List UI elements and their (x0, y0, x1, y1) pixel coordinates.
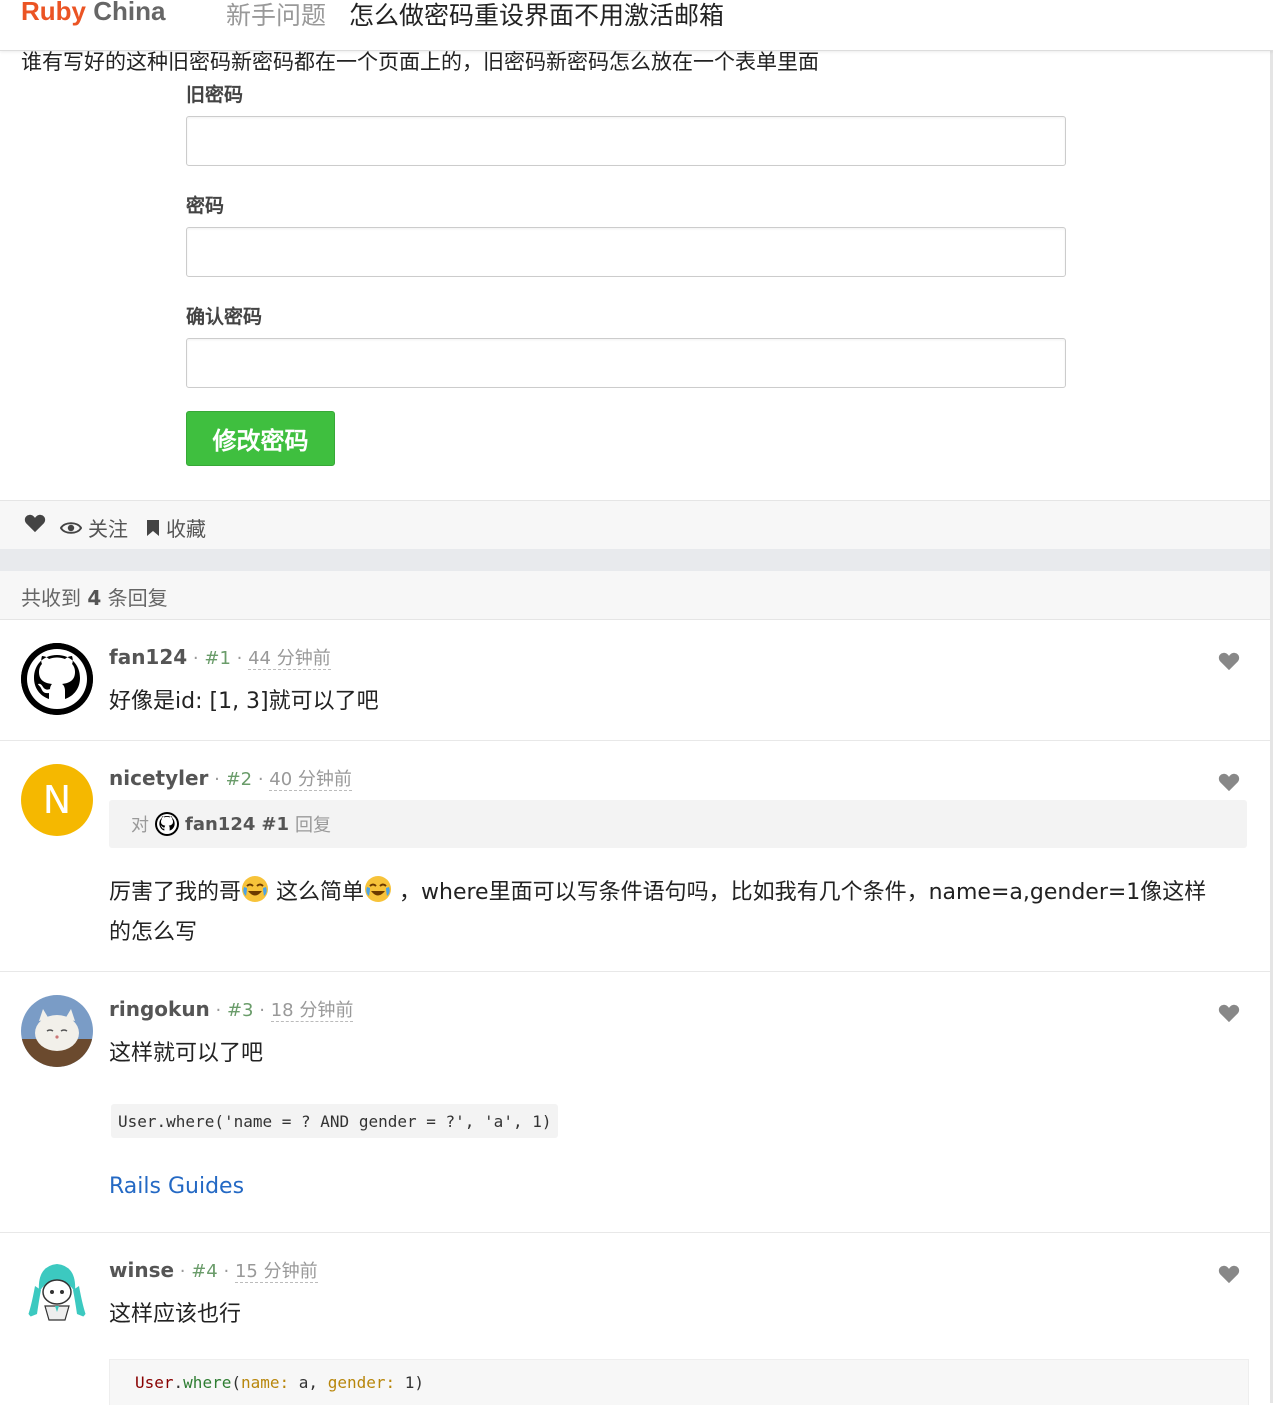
avatar[interactable] (21, 643, 93, 715)
reply-item: fan124 · #1 · 44 分钟前 好像是id: [1, 3]就可以了吧 (0, 620, 1270, 741)
replies-prefix: 共收到 (21, 586, 81, 610)
reply-username[interactable]: ringokun (109, 997, 210, 1021)
confirm-password-label: 确认密码 (186, 306, 263, 328)
reply-body: 这样就可以了吧 (109, 1041, 264, 1066)
github-icon (155, 812, 179, 836)
reply-body: 好像是id: [1, 3]就可以了吧 (109, 689, 379, 714)
code-token: where (183, 1373, 232, 1392)
code-token: User (135, 1373, 174, 1392)
quote-suffix: 回复 (294, 815, 331, 836)
brand-ruby: Ruby (21, 0, 86, 26)
heart-icon (1218, 1004, 1240, 1023)
reply-quote[interactable]: 对 fan124 #1 回复 (109, 800, 1247, 848)
code-token: 1 (395, 1373, 415, 1392)
reply-floor[interactable]: #2 (226, 769, 253, 790)
github-icon (21, 643, 93, 715)
replies-suffix: 条回复 (107, 586, 168, 610)
reply-floor[interactable]: #3 (227, 1000, 254, 1021)
reply-floor[interactable]: #4 (191, 1261, 218, 1282)
password-label: 密码 (186, 195, 225, 217)
change-password-button[interactable]: 修改密码 (186, 411, 335, 466)
anime-avatar-icon (21, 1256, 93, 1328)
topic-action-bar: 关注 收藏 (0, 500, 1270, 550)
follow-label: 关注 (88, 517, 128, 541)
favorite-button[interactable]: 收藏 (146, 513, 206, 542)
code-line: User.where(name: a, gender: 1) (135, 1373, 424, 1392)
reply-item: ringokun · #3 · 18 分钟前 这样就可以了吧 User.wher… (0, 972, 1270, 1233)
topic-title: 怎么做密码重设界面不用激活邮箱 (349, 1, 725, 30)
quote-prefix: 对 (131, 815, 149, 836)
heart-icon (1218, 773, 1240, 792)
code-token: name: (240, 1373, 290, 1392)
reply-meta: ringokun · #3 · 18 分钟前 (109, 997, 354, 1022)
old-password-label: 旧密码 (186, 84, 244, 106)
reply-time: 18 分钟前 (270, 1000, 354, 1022)
reply-meta: fan124 · #1 · 44 分钟前 (109, 645, 331, 670)
code-token: a, (289, 1373, 328, 1392)
password-input[interactable] (186, 227, 1066, 277)
reply-username[interactable]: nicetyler (109, 766, 208, 790)
reply-time: 44 分钟前 (248, 648, 331, 670)
rails-guides-link[interactable]: Rails Guides (109, 1174, 244, 1199)
favorite-label: 收藏 (166, 517, 206, 541)
inline-code: User.where('name = ? AND gender = ?', 'a… (111, 1104, 559, 1138)
eye-icon (60, 521, 82, 534)
code-token: ( (231, 1373, 241, 1392)
joy-emoji-icon (365, 876, 392, 902)
bookmark-icon (147, 519, 159, 536)
avatar[interactable]: N (21, 764, 93, 836)
reply-body: 这样应该也行 (109, 1302, 242, 1327)
reply-text-part: 厉害了我的哥 (109, 880, 242, 905)
reply-item: N nicetyler · #2 · 40 分钟前 对 fan124 #1 回复… (0, 741, 1270, 972)
heart-icon (24, 514, 46, 533)
reply-username[interactable]: fan124 (109, 645, 187, 669)
section-gap (0, 549, 1273, 571)
reply-username[interactable]: winse (109, 1258, 174, 1282)
reply-like-button[interactable] (1218, 1003, 1240, 1027)
reply-text-part: 这么简单 (269, 880, 365, 905)
reply-meta: winse · #4 · 15 分钟前 (109, 1258, 318, 1283)
like-button[interactable] (24, 513, 46, 533)
code-token: ) (414, 1373, 425, 1392)
node-link[interactable]: 新手问题 (226, 0, 326, 32)
reply-text-part: ，where里面可以写条件语句吗，比如我有几个条件，name=a,gender=… (392, 880, 1207, 905)
replies-header: 共收到 4 条回复 (0, 571, 1270, 620)
reply-meta: nicetyler · #2 · 40 分钟前 (109, 766, 352, 791)
quote-user[interactable]: fan124 (185, 814, 255, 835)
top-navbar: Ruby China 新手问题 怎么做密码重设界面不用激活邮箱 (0, 0, 1273, 51)
code-token: gender: (327, 1373, 396, 1392)
joy-emoji-icon (242, 876, 269, 902)
quote-floor[interactable]: #1 (261, 814, 289, 835)
old-password-input[interactable] (186, 116, 1066, 166)
brand-logo[interactable]: Ruby China (21, 0, 165, 27)
code-block: User.where(name: a, gender: 1) (109, 1359, 1249, 1405)
reply-floor[interactable]: #1 (204, 648, 231, 669)
avatar[interactable] (21, 1256, 93, 1328)
confirm-password-input[interactable] (186, 338, 1066, 388)
heart-icon (1218, 1265, 1240, 1284)
reply-item: winse · #4 · 15 分钟前 这样应该也行 User.where(na… (0, 1233, 1270, 1405)
avatar[interactable] (21, 995, 93, 1067)
brand-china: China (93, 0, 166, 26)
reply-text-part: 的怎么写 (109, 920, 198, 945)
code-token: . (173, 1373, 184, 1392)
reply-time: 40 分钟前 (269, 769, 352, 791)
reply-time: 15 分钟前 (234, 1261, 318, 1283)
reply-like-button[interactable] (1218, 651, 1240, 675)
replies-count: 4 (87, 586, 102, 610)
cat-avatar-icon (21, 995, 93, 1067)
reply-like-button[interactable] (1218, 772, 1240, 796)
follow-button[interactable]: 关注 (60, 513, 128, 542)
reply-like-button[interactable] (1218, 1264, 1240, 1288)
heart-icon (1218, 652, 1240, 671)
reply-body: 厉害了我的哥 这么简单 ，where里面可以写条件语句吗，比如我有几个条件，na… (109, 873, 1244, 953)
